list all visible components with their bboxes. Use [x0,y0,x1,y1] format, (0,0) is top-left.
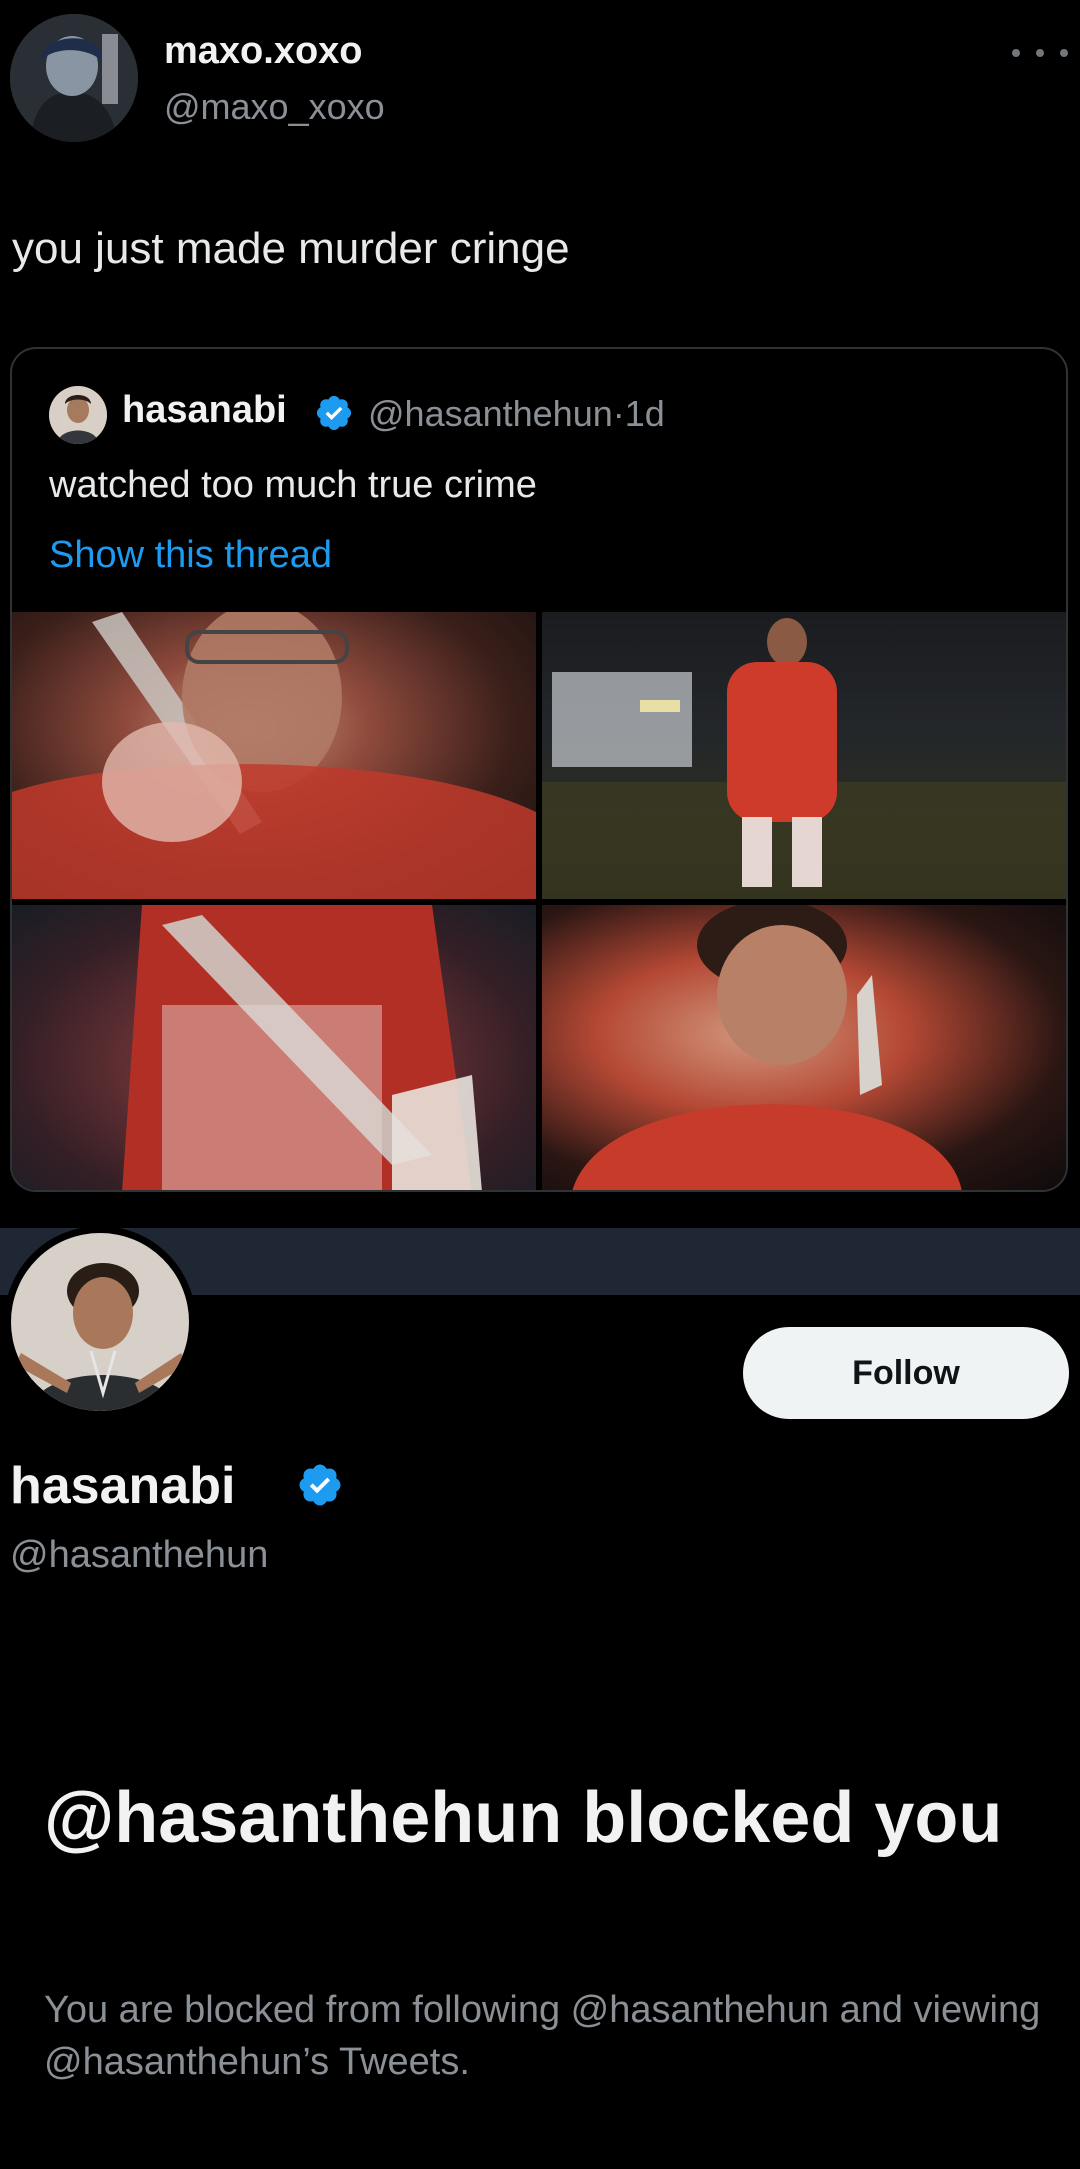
follow-button[interactable]: Follow [743,1327,1069,1419]
quoted-author-handle[interactable]: @hasanthehun [368,393,613,434]
photo-1-image [12,612,536,899]
media-photo-3[interactable] [12,905,536,1190]
blocked-description: You are blocked from following @hasanthe… [44,1989,1041,2083]
show-thread-link[interactable]: Show this thread [49,534,332,577]
quoted-author-avatar[interactable] [49,386,107,444]
media-photo-2[interactable] [542,612,1066,899]
avatar-image [11,1233,189,1411]
tweet-author-name[interactable]: maxo.xoxo [164,30,363,73]
quoted-author-name[interactable]: hasanabi [122,389,287,432]
profile-handle: @hasanthehun [10,1534,269,1576]
profile-avatar[interactable] [4,1226,196,1418]
meta-separator: · [612,393,625,434]
more-horizontal-icon[interactable] [1012,38,1068,68]
photo-3-image [12,905,536,1190]
avatar-image [49,386,107,444]
media-grid [12,612,1066,1190]
quoted-tweet-text: watched too much true crime [49,464,537,506]
photo-2-image [542,618,1066,899]
photo-4-image [572,905,962,1190]
quoted-tweet-time[interactable]: 1d [625,393,665,434]
blocked-title: @hasanthehun blocked you [44,1778,1003,1858]
quoted-author-meta: @hasanthehun·1d [368,393,665,435]
avatar-image [10,14,138,142]
verified-badge-icon [299,1464,341,1506]
profile-name: hasanabi [10,1457,236,1515]
tweet-author-avatar[interactable] [10,14,138,142]
tweet-text: you just made murder cringe [12,224,570,273]
media-photo-1[interactable] [12,612,536,899]
profile-avatar-image [11,1233,189,1411]
tweet-author-handle[interactable]: @maxo_xoxo [164,86,385,128]
media-photo-4[interactable] [542,905,1066,1190]
verified-badge-icon [316,395,352,431]
quoted-tweet-card[interactable]: hasanabi @hasanthehun·1d watched too muc… [10,347,1068,1192]
